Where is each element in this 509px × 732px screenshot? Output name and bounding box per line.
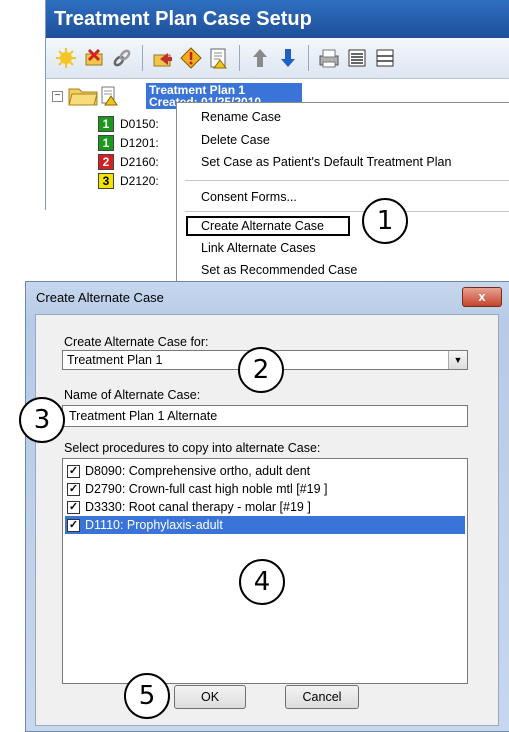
- menu-item-delete-case[interactable]: Delete Case: [201, 133, 270, 147]
- priority-badge: 1: [98, 116, 114, 132]
- toolbar-separator: [308, 45, 309, 71]
- menu-item-set-default[interactable]: Set Case as Patient's Default Treatment …: [201, 155, 451, 169]
- move-icon[interactable]: [151, 46, 175, 70]
- chevron-down-icon[interactable]: ▼: [448, 351, 467, 369]
- dialog-title: Create Alternate Case: [36, 290, 164, 305]
- print-icon[interactable]: [317, 46, 341, 70]
- close-button[interactable]: x: [462, 287, 502, 307]
- alternate-case-name-input[interactable]: [62, 405, 468, 427]
- case-document-icon: [100, 86, 120, 106]
- tree-procedure-row[interactable]: 1 D1201:: [98, 135, 159, 151]
- link-icon[interactable]: [110, 46, 134, 70]
- diamond-icon[interactable]: [179, 46, 203, 70]
- procedure-label: D1110: Prophylaxis-adult: [85, 518, 223, 532]
- priority-badge: 3: [98, 173, 114, 189]
- tree-procedure-row[interactable]: 2 D2160:: [98, 154, 159, 170]
- priority-badge: 1: [98, 135, 114, 151]
- procedure-code: D2120:: [120, 174, 159, 188]
- checkbox[interactable]: ✓: [67, 482, 80, 496]
- list-item[interactable]: ✓ D3330: Root canal therapy - molar [#19…: [65, 498, 465, 516]
- toolbar-separator: [239, 45, 240, 71]
- callout-1: 1: [362, 198, 408, 244]
- list-item[interactable]: ✓ D8090: Comprehensive ortho, adult dent: [65, 462, 465, 480]
- menu-item-link-alternate-cases[interactable]: Link Alternate Cases: [201, 241, 316, 255]
- panel-title: Treatment Plan Case Setup: [46, 0, 509, 38]
- menu-item-set-recommended[interactable]: Set as Recommended Case: [201, 263, 357, 277]
- tree-procedure-row[interactable]: 3 D2120:: [98, 173, 159, 189]
- menu-item-consent-forms[interactable]: Consent Forms...: [201, 190, 297, 204]
- delete-case-icon[interactable]: [82, 46, 106, 70]
- procedure-code: D1201:: [120, 136, 159, 150]
- callout-2: 2: [238, 347, 284, 393]
- checkbox[interactable]: ✓: [67, 464, 80, 478]
- collapse-node-icon[interactable]: −: [52, 91, 63, 102]
- folder-icon: [68, 84, 98, 106]
- new-case-icon[interactable]: [54, 46, 78, 70]
- callout-4: 4: [239, 559, 285, 605]
- name-label: Name of Alternate Case:: [64, 388, 201, 402]
- toolbar-separator: [142, 45, 143, 71]
- checkbox[interactable]: ✓: [67, 500, 80, 514]
- list-item-selected[interactable]: ✓ D1110: Prophylaxis-adult: [65, 516, 465, 534]
- collapse-icon[interactable]: [373, 46, 397, 70]
- callout-5: 5: [124, 673, 170, 719]
- list-icon[interactable]: [345, 46, 369, 70]
- procedure-label: D3330: Root canal therapy - molar [#19 ]: [85, 500, 311, 514]
- tree-procedure-row[interactable]: 1 D0150:: [98, 116, 159, 132]
- procedure-code: D2160:: [120, 155, 159, 169]
- create-for-value: Treatment Plan 1: [67, 353, 163, 367]
- callout-3: 3: [19, 397, 65, 443]
- procedure-label: D8090: Comprehensive ortho, adult dent: [85, 464, 311, 478]
- menu-separator: [185, 180, 509, 181]
- checkbox[interactable]: ✓: [67, 518, 80, 532]
- procedure-code: D0150:: [120, 117, 159, 131]
- select-procedures-label: Select procedures to copy into alternate…: [64, 441, 321, 455]
- menu-separator: [185, 211, 509, 212]
- consent-doc-icon[interactable]: [207, 46, 231, 70]
- list-item[interactable]: ✓ D2790: Crown-full cast high noble mtl …: [65, 480, 465, 498]
- priority-badge: 2: [98, 154, 114, 170]
- context-menu: Rename Case Delete Case Set Case as Pati…: [176, 102, 509, 281]
- create-for-label: Create Alternate Case for:: [64, 335, 209, 349]
- cancel-button[interactable]: Cancel: [285, 685, 359, 709]
- menu-item-create-alternate-case[interactable]: Create Alternate Case: [201, 219, 324, 233]
- toolbar: [46, 38, 509, 79]
- procedure-label: D2790: Crown-full cast high noble mtl [#…: [85, 482, 328, 496]
- ok-button[interactable]: OK: [174, 685, 246, 709]
- menu-item-rename-case[interactable]: Rename Case: [201, 110, 281, 124]
- down-arrow-icon[interactable]: [276, 46, 300, 70]
- up-arrow-icon[interactable]: [248, 46, 272, 70]
